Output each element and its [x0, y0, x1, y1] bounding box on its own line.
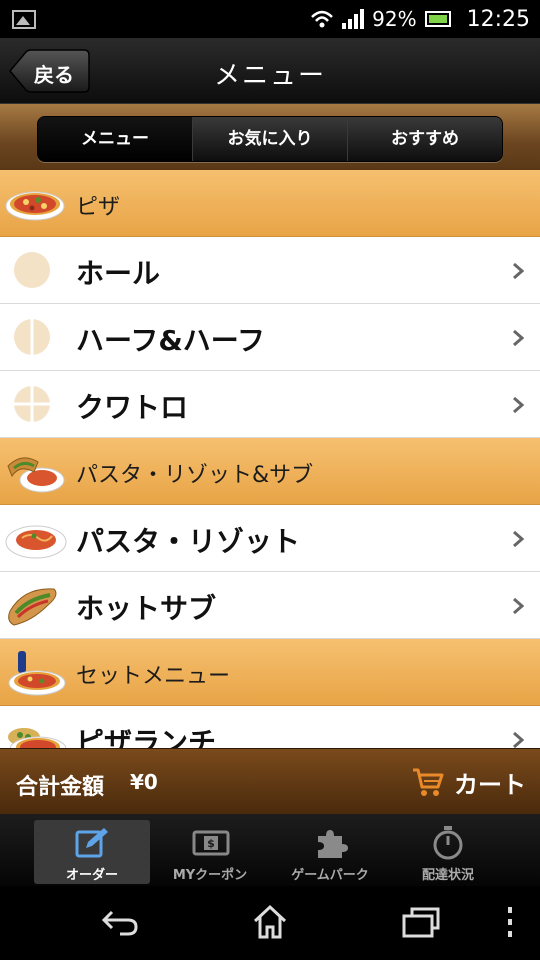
list-item-label: パスタ・リゾット — [76, 525, 301, 558]
segment-recommended[interactable]: おすすめ — [347, 117, 502, 161]
list-item-label: クワトロ — [76, 391, 189, 424]
back-nav-icon[interactable] — [100, 908, 140, 938]
tab-bar: オーダー $ MYクーポン ゲームパーク 配達状況 — [0, 814, 540, 886]
chevron-right-icon — [513, 396, 524, 414]
total-label: 合計金額 — [16, 775, 105, 800]
pizza-lunch-thumbnail-icon — [8, 728, 67, 748]
segment-favorites[interactable]: お気に入り — [192, 117, 347, 161]
chevron-right-icon — [513, 731, 524, 748]
puzzle-icon — [318, 830, 348, 858]
section-label: ピザ — [76, 195, 121, 220]
total-amount: ¥0 — [130, 770, 158, 794]
stopwatch-icon — [433, 826, 463, 860]
list-item-label: ホットサブ — [76, 592, 217, 625]
chevron-right-icon — [513, 597, 524, 615]
tab-delivery-status[interactable]: 配達状況 — [390, 820, 506, 884]
whole-pizza-icon — [14, 252, 50, 288]
chevron-right-icon — [513, 262, 524, 280]
list-item-quattro[interactable]: クワトロ — [0, 371, 540, 438]
cart-icon — [413, 768, 444, 796]
page-title: メニュー — [213, 61, 326, 91]
cart-button[interactable]: カート — [412, 763, 526, 801]
section-label: セットメニュー — [76, 664, 231, 689]
wifi-icon — [311, 10, 334, 28]
edit-icon — [75, 828, 108, 858]
list-item-label: ハーフ&ハーフ — [76, 324, 266, 357]
list-item-label: ホール — [76, 257, 161, 290]
gallery-notification-icon — [12, 10, 36, 29]
cart-label: カート — [454, 770, 526, 799]
list-item-whole[interactable]: ホール — [0, 237, 540, 304]
segment-menu[interactable]: メニュー — [38, 117, 192, 161]
set-menu-thumbnail-icon — [8, 651, 66, 696]
list-item-pizza-lunch[interactable]: ピザランチ — [0, 706, 540, 748]
tab-label: オーダー — [65, 868, 118, 883]
chevron-right-icon — [513, 329, 524, 347]
section-label: パスタ・リゾット&サブ — [76, 463, 314, 488]
sandwich-thumbnail-icon — [8, 588, 57, 626]
list-item-half-and-half[interactable]: ハーフ&ハーフ — [0, 304, 540, 371]
system-nav-bar — [0, 886, 540, 960]
overflow-menu-icon[interactable] — [505, 906, 515, 938]
battery-icon — [424, 11, 451, 27]
chevron-right-icon — [513, 530, 524, 548]
status-bar: 92% 12:25 — [0, 0, 540, 38]
home-nav-icon[interactable] — [252, 904, 288, 940]
svg-text:$: $ — [207, 837, 215, 850]
tab-label: 配達状況 — [421, 868, 474, 883]
list-item-hot-sub[interactable]: ホットサブ — [0, 572, 540, 639]
segment-bar: メニュー お気に入り おすすめ — [0, 104, 540, 170]
tab-label: MYクーポン — [172, 868, 248, 883]
quarter-pizza-icon — [14, 386, 50, 422]
pizza-thumbnail-icon — [5, 191, 65, 221]
title-bar: 戻る メニュー — [0, 38, 540, 104]
tab-order[interactable]: オーダー — [34, 820, 150, 884]
tab-label: ゲームパーク — [291, 868, 369, 883]
pasta-thumbnail-icon — [5, 525, 67, 559]
list-item-pasta-risotto[interactable]: パスタ・リゾット — [0, 505, 540, 572]
total-bar: 合計金額 ¥0 カート — [0, 748, 540, 814]
list-item-label: ピザランチ — [76, 726, 217, 748]
section-header-pizza: ピザ — [0, 170, 540, 237]
battery-percent: 92% — [372, 7, 417, 31]
pasta-sub-thumbnail-icon — [7, 457, 65, 493]
menu-list: ピザ ホール ハーフ&ハーフ クワトロ パスタ・リゾット&サブ パスタ・リゾット… — [0, 170, 540, 748]
clock: 12:25 — [466, 6, 530, 32]
segmented-control: メニュー お気に入り おすすめ — [37, 116, 503, 162]
recent-apps-icon[interactable] — [402, 906, 440, 938]
section-header-set-menu: セットメニュー — [0, 639, 540, 706]
half-pizza-icon — [14, 319, 50, 355]
tab-game-park[interactable]: ゲームパーク — [272, 820, 388, 884]
signal-icon — [342, 9, 365, 29]
tab-my-coupon[interactable]: $ MYクーポン — [152, 820, 268, 884]
section-header-pasta: パスタ・リゾット&サブ — [0, 438, 540, 505]
coupon-icon: $ — [192, 830, 230, 856]
